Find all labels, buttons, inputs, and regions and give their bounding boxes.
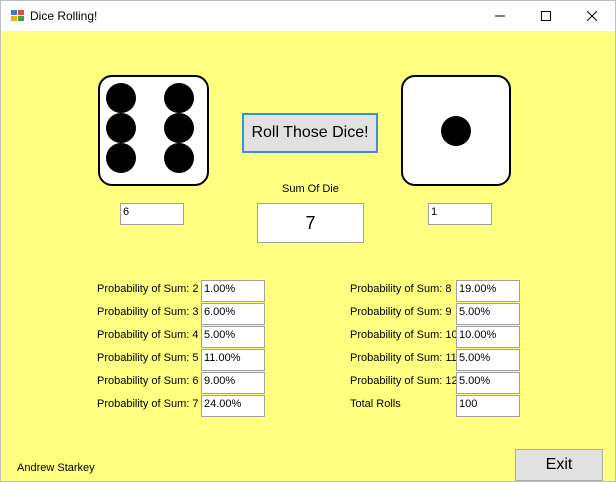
roll-dice-button[interactable]: Roll Those Dice! bbox=[242, 113, 378, 153]
form-client-area: Roll Those Dice! 6 1 Sum Of Die 7 Probab… bbox=[1, 32, 615, 481]
left-die bbox=[98, 75, 209, 186]
probability-label: Probability of Sum: 6 bbox=[97, 375, 199, 387]
probability-value-field[interactable]: 5.00% bbox=[456, 372, 520, 394]
left-die-value-field[interactable]: 6 bbox=[120, 203, 184, 225]
die-pip bbox=[106, 143, 137, 174]
total-rolls-label: Total Rolls bbox=[350, 398, 401, 410]
right-die-value-field[interactable]: 1 bbox=[428, 203, 492, 225]
probability-label: Probability of Sum: 4 bbox=[97, 329, 199, 341]
probability-value-field[interactable]: 9.00% bbox=[201, 372, 265, 394]
die-pip bbox=[106, 113, 137, 144]
dice-rolling-window: Dice Rolling! Roll Those Dice! 6 1 Sum O… bbox=[0, 0, 616, 482]
probability-value-field[interactable]: 11.00% bbox=[201, 349, 265, 371]
right-die bbox=[401, 75, 511, 186]
probability-value-field[interactable]: 5.00% bbox=[456, 303, 520, 325]
window-title: Dice Rolling! bbox=[30, 9, 98, 23]
probability-label: Probability of Sum: 3 bbox=[97, 306, 199, 318]
probability-label: Probability of Sum: 11 bbox=[350, 352, 457, 364]
close-icon bbox=[587, 11, 597, 21]
probability-value-field[interactable]: 1.00% bbox=[201, 280, 265, 302]
die-pip bbox=[164, 143, 195, 174]
probability-label: Probability of Sum: 9 bbox=[350, 306, 452, 318]
maximize-icon bbox=[541, 11, 551, 21]
sum-value-field[interactable]: 7 bbox=[257, 203, 364, 243]
probability-label: Probability of Sum: 10 bbox=[350, 329, 458, 341]
author-label: Andrew Starkey bbox=[17, 462, 95, 474]
title-bar[interactable]: Dice Rolling! bbox=[1, 1, 615, 31]
probability-value-field[interactable]: 19.00% bbox=[456, 280, 520, 302]
die-pip bbox=[164, 113, 195, 144]
probability-label: Probability of Sum: 2 bbox=[97, 283, 199, 295]
close-button[interactable] bbox=[569, 1, 615, 31]
total-rolls-field[interactable]: 100 bbox=[456, 395, 520, 417]
app-icon bbox=[11, 10, 24, 22]
probability-value-field[interactable]: 10.00% bbox=[456, 326, 520, 348]
sum-label: Sum Of Die bbox=[282, 183, 339, 195]
minimize-icon bbox=[495, 15, 505, 17]
probability-label: Probability of Sum: 12 bbox=[350, 375, 458, 387]
probability-value-field[interactable]: 6.00% bbox=[201, 303, 265, 325]
minimize-button[interactable] bbox=[477, 1, 523, 31]
probability-label: Probability of Sum: 8 bbox=[350, 283, 452, 295]
probability-label: Probability of Sum: 7 bbox=[97, 398, 199, 410]
die-pip bbox=[106, 83, 137, 114]
probability-value-field[interactable]: 24.00% bbox=[201, 395, 265, 417]
probability-value-field[interactable]: 5.00% bbox=[201, 326, 265, 348]
probability-label: Probability of Sum: 5 bbox=[97, 352, 199, 364]
exit-button[interactable]: Exit bbox=[515, 449, 603, 481]
probability-value-field[interactable]: 5.00% bbox=[456, 349, 520, 371]
maximize-button[interactable] bbox=[523, 1, 569, 31]
die-pip bbox=[441, 115, 471, 146]
die-pip bbox=[164, 83, 195, 114]
